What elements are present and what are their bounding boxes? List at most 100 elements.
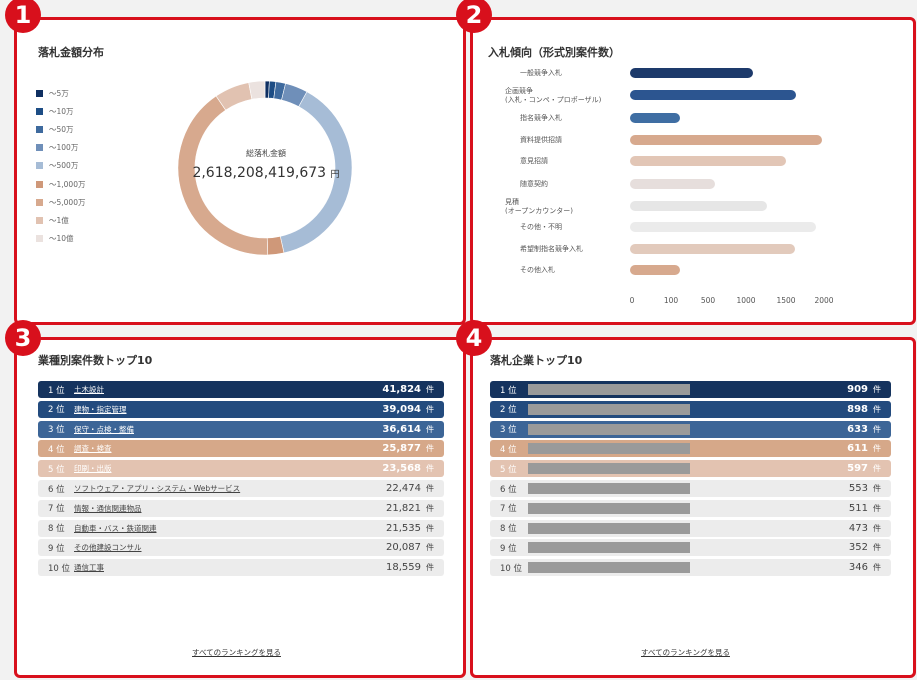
redacted-company-name [528,384,690,395]
rank-position: 9 位 [48,543,65,554]
ranking-row[interactable]: 9 位 352 件 [490,539,891,557]
rank-position: 7 位 [48,504,65,515]
rank-position: 8 位 [48,524,65,535]
ranking-row[interactable]: 8 位 473 件 [490,519,891,537]
rank-count: 346 [848,562,868,574]
rank-unit: 件 [426,385,434,394]
ranking-row[interactable]: 4 位調査・検査 25,877 件 [38,440,444,458]
bar-label: 指名競争入札 [520,114,562,122]
legend-swatch [36,107,43,115]
x-tick-label: 0 [629,296,635,305]
legend-item: 〜5万 [36,84,85,102]
industry-name-link[interactable]: 自動車・バス・鉄道関連 [74,523,386,534]
ranking-row[interactable]: 5 位印刷・出版 23,568 件 [38,460,444,478]
bar-label: 一般競争入札 [520,69,562,77]
redacted-company-name [528,443,690,455]
bar[interactable] [630,244,795,254]
legend-item: 〜1,000万 [36,175,85,193]
bar[interactable] [630,90,796,100]
rank-unit: 件 [426,484,434,493]
total-label: 総落札金額 [246,149,286,158]
rank-count: 898 [847,403,868,415]
ranking-row[interactable]: 4 位 611 件 [490,440,891,458]
industry-name-link[interactable]: 印刷・出版 [74,463,382,474]
bar[interactable] [630,179,715,189]
ranking-row[interactable]: 3 位保守・点検・整備 36,614 件 [38,420,444,438]
bar[interactable] [630,222,817,232]
legend-item: 〜100万 [36,139,85,157]
panel1-title: 落札金額分布 [38,46,104,59]
legend-swatch [36,198,43,206]
badge-4: 4 [456,320,492,356]
rank-count: 553 [848,483,868,494]
legend-item: 〜500万 [36,157,85,175]
rank-position: 2 位 [48,405,65,416]
industry-name-link[interactable]: その他建設コンサル [74,542,386,553]
total-value-unit: 円 [330,170,340,180]
ranking-row[interactable]: 1 位土木設計 41,824 件 [38,381,444,398]
bar[interactable] [630,156,787,166]
industry-name-link[interactable]: 建物・指定管理 [74,404,382,415]
ranking-row[interactable]: 6 位 553 件 [490,480,891,497]
rank-count: 352 [848,542,868,554]
ranking-row[interactable]: 10 位 346 件 [490,559,891,577]
bar-label: 見積 (オープンカウンター) [505,197,574,215]
ranking-row[interactable]: 7 位 511 件 [490,499,891,517]
bar[interactable] [630,113,681,123]
rank-unit: 件 [873,523,881,533]
panel-bid-trend [470,17,916,325]
legend-swatch [36,89,43,97]
bar-label: その他・不明 [520,223,562,231]
panel3-title: 業種別案件数トップ10 [38,354,153,367]
legend-item: 〜50万 [36,120,85,138]
bar-label: 希望制指名競争入札 [520,245,583,253]
industry-name-link[interactable]: 保守・点検・整備 [74,424,382,435]
redacted-company-name [528,542,690,554]
legend-item: 〜5,000万 [36,193,85,211]
rank-count: 909 [847,384,868,395]
redacted-company-name [528,403,690,415]
ranking-row[interactable]: 10 位通信工事 18,559 件 [38,559,444,577]
ranking-row[interactable]: 3 位 633 件 [490,420,891,438]
rank-count: 473 [848,522,868,534]
rank-count: 18,559 [386,562,421,574]
ranking-row[interactable]: 2 位 898 件 [490,400,891,418]
ranking-row[interactable]: 9 位その他建設コンサル 20,087 件 [38,539,444,557]
rank-count: 511 [848,502,868,514]
bar[interactable] [630,201,768,211]
redacted-company-name [528,483,690,494]
bar-label: 資料提供招請 [520,136,562,144]
industry-name-link[interactable]: 通信工事 [74,562,386,573]
legend-label: 〜10億 [49,234,74,244]
legend-item: 〜1億 [36,211,85,229]
ranking-row[interactable]: 1 位 909 件 [490,381,891,398]
company-see-all-link[interactable]: すべてのランキングを見る [641,647,730,658]
industry-name-link[interactable]: 情報・通信関連物品 [74,503,386,514]
industry-name-link[interactable]: 土木設計 [74,384,382,395]
x-tick-label: 100 [663,296,679,305]
x-tick-label: 2000 [814,296,834,305]
total-value: 2,618,208,419,673 円 [176,165,356,181]
ranking-row[interactable]: 6 位ソフトウェア・アプリ・システム・Webサービス 22,474 件 [38,480,444,497]
rank-count: 597 [847,463,868,475]
ranking-row[interactable]: 2 位建物・指定管理 39,094 件 [38,400,444,418]
legend-label: 〜50万 [49,124,74,134]
rank-position: 9 位 [500,543,517,554]
legend-label: 〜10万 [49,106,74,116]
ranking-row[interactable]: 8 位自動車・バス・鉄道関連 21,535 件 [38,519,444,537]
ranking-row[interactable]: 7 位情報・通信関連物品 21,821 件 [38,499,444,517]
legend-label: 〜5万 [49,88,69,98]
redacted-company-name [528,562,690,574]
donut-slice-8[interactable] [248,80,266,100]
industry-name-link[interactable]: 調査・検査 [74,443,382,454]
industry-see-all-link[interactable]: すべてのランキングを見る [192,647,281,658]
bar-label: 随意契約 [520,180,548,188]
ranking-row[interactable]: 5 位 597 件 [490,460,891,478]
industry-name-link[interactable]: ソフトウェア・アプリ・システム・Webサービス [74,483,386,494]
rank-unit: 件 [426,404,434,414]
bar[interactable] [630,68,753,78]
rank-unit: 件 [426,523,434,533]
rank-position: 6 位 [500,484,517,495]
bar[interactable] [630,265,681,275]
bar[interactable] [630,135,823,145]
